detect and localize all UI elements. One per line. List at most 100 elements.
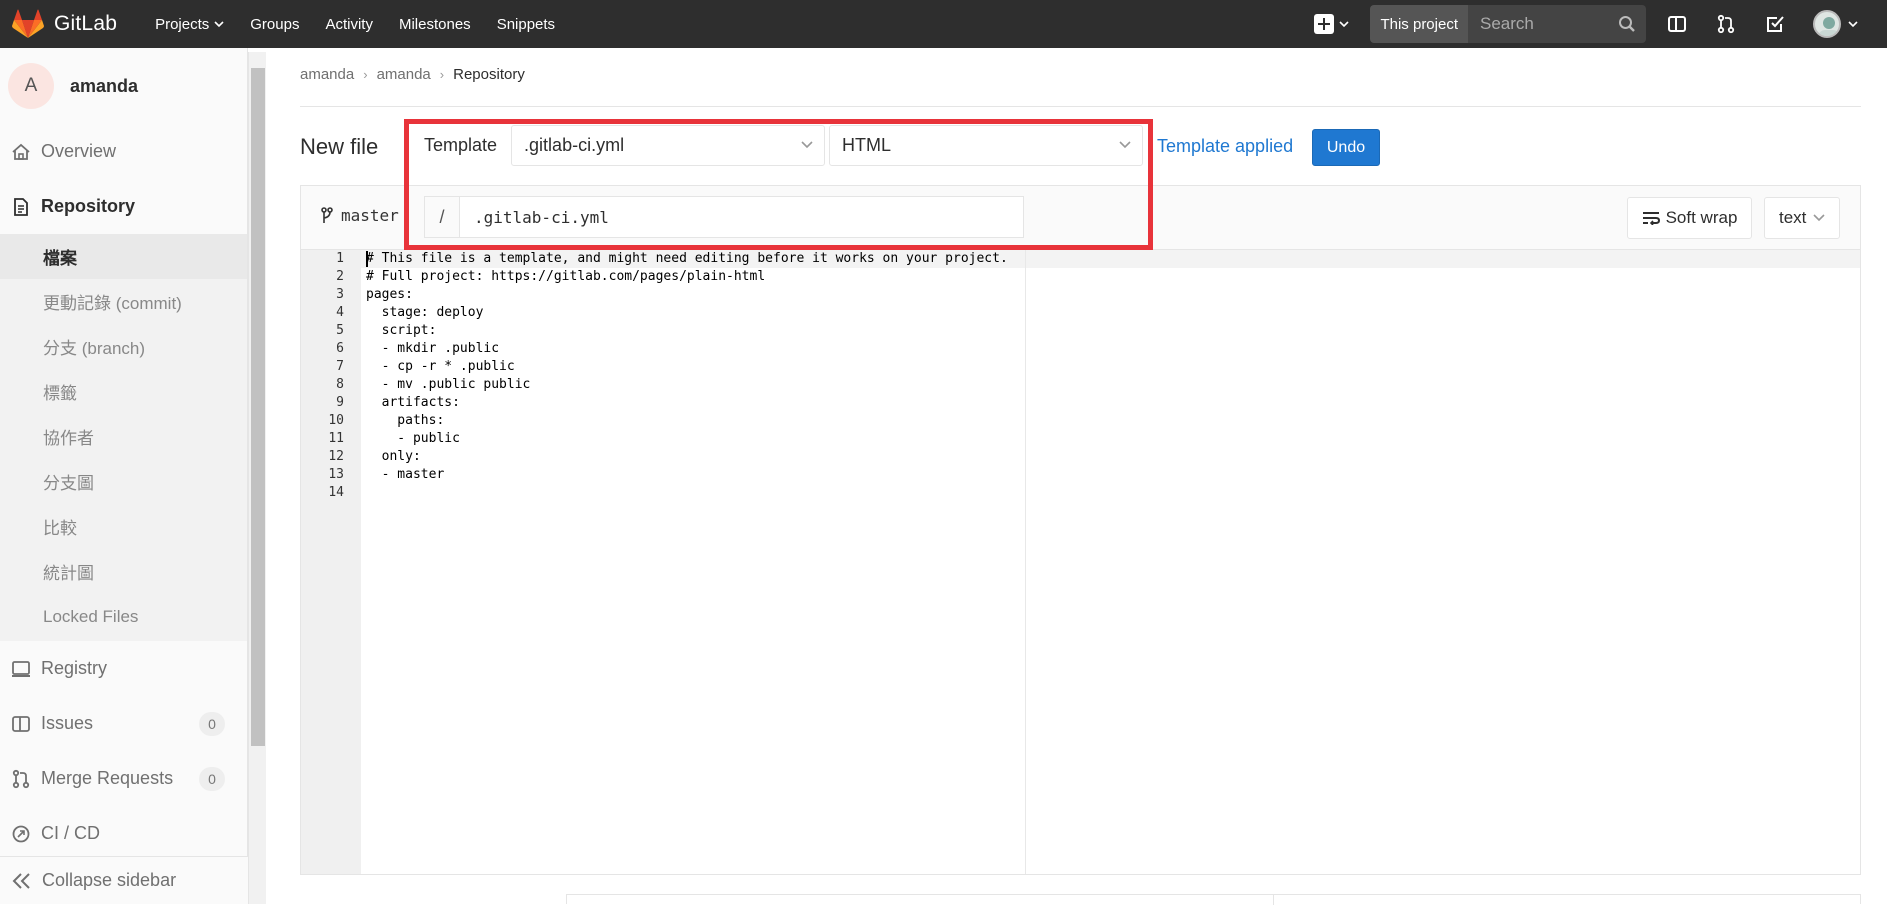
file-path-row: / .gitlab-ci.yml: [424, 196, 1024, 238]
code-line: # This file is a template, and might nee…: [366, 251, 1008, 266]
sidebar-item-ci-cd[interactable]: CI / CD: [0, 806, 247, 861]
code-line: # Full project: https://gitlab.com/pages…: [366, 269, 766, 284]
line-number: 5: [336, 323, 344, 338]
line-number-gutter: 1 2 3 4 5 6 7 8 9 10 11 12 13 14: [301, 250, 361, 874]
template-name-dropdown[interactable]: HTML: [829, 125, 1144, 166]
sidebar-item-label: Overview: [41, 141, 117, 161]
sidebar-item-issues[interactable]: Issues 0: [0, 696, 247, 751]
breadcrumb: amanda › amanda › Repository: [300, 66, 525, 83]
branch-name: master: [321, 206, 399, 225]
code-line: paths:: [366, 413, 445, 428]
rocket-icon: [10, 823, 32, 845]
line-number: 7: [336, 359, 344, 374]
sidebar-item-registry[interactable]: Registry: [0, 641, 247, 696]
nav-projects[interactable]: Projects: [155, 16, 224, 33]
code-content[interactable]: # This file is a template, and might nee…: [366, 250, 1008, 502]
sidebar-item-label: Repository: [41, 196, 136, 216]
code-line: only:: [366, 449, 421, 464]
todo-check-icon[interactable]: [1764, 13, 1786, 35]
line-number: 2: [336, 269, 344, 284]
line-number: 12: [328, 449, 344, 464]
sidebar-subitem-locked-files[interactable]: Locked Files: [0, 594, 247, 639]
sidebar-item-merge-requests[interactable]: Merge Requests 0: [0, 751, 247, 806]
file-name-input[interactable]: .gitlab-ci.yml: [460, 196, 1024, 238]
project-sidebar: A amanda Overview Repository 檔案 更動記錄 (co…: [0, 48, 248, 904]
nav-projects-label: Projects: [155, 15, 210, 33]
sidebar-scrollbar-thumb[interactable]: [251, 68, 265, 746]
template-type-value: .gitlab-ci.yml: [524, 135, 625, 155]
user-menu[interactable]: [1813, 10, 1859, 38]
breadcrumb-namespace[interactable]: amanda: [300, 66, 354, 83]
container-icon: [10, 658, 32, 680]
line-number: 3: [336, 287, 344, 302]
project-avatar: A: [8, 63, 54, 109]
undo-button[interactable]: Undo: [1312, 129, 1380, 166]
soft-wrap-button[interactable]: Soft wrap: [1627, 197, 1752, 239]
branch-icon: [321, 206, 333, 223]
repository-submenu: 檔案 更動記錄 (commit) 分支 (branch) 標籤 協作者 分支圖 …: [0, 234, 247, 641]
code-line: - master: [366, 467, 445, 482]
print-margin: [1025, 250, 1026, 874]
top-navbar: GitLab Projects Groups Activity Mileston…: [0, 0, 1887, 48]
bottom-panel-edge: [566, 894, 1861, 905]
code-line: stage: deploy: [366, 305, 484, 320]
code-line: - cp -r * .public: [366, 359, 515, 374]
nav-activity[interactable]: Activity: [325, 16, 373, 33]
gitlab-logo-icon: [12, 9, 44, 38]
template-label: Template: [424, 135, 498, 155]
page-title: New file: [300, 134, 379, 159]
nav-snippets[interactable]: Snippets: [497, 16, 555, 33]
chevron-down-icon: [1848, 21, 1858, 28]
code-line: - mkdir .public: [366, 341, 500, 356]
line-number: 14: [328, 485, 344, 500]
sidebar-subitem-contributors[interactable]: 協作者: [0, 414, 247, 459]
code-editor[interactable]: 1 2 3 4 5 6 7 8 9 10 11 12 13 14 # This file is a tem…: [301, 250, 1860, 874]
brand-name: GitLab: [54, 12, 118, 35]
sidebar-item-overview[interactable]: Overview: [0, 124, 247, 179]
sidebar-subitem-commits[interactable]: 更動記錄 (commit): [0, 279, 247, 324]
document-icon: [10, 196, 32, 218]
line-number: 4: [336, 305, 344, 320]
plus-icon: [1314, 14, 1335, 34]
search-icon: [1619, 16, 1635, 32]
sidebar-subitem-graph[interactable]: 分支圖: [0, 459, 247, 504]
breadcrumb-current[interactable]: Repository: [453, 66, 525, 83]
issues-count-badge: 0: [199, 711, 225, 736]
search-input[interactable]: [1468, 14, 1608, 34]
merge-request-icon: [10, 768, 32, 790]
gitlab-home-link[interactable]: GitLab: [12, 9, 117, 39]
file-type-dropdown[interactable]: text: [1764, 197, 1840, 239]
search-scope-badge[interactable]: This project: [1370, 5, 1468, 43]
sidebar-item-label: Merge Requests: [41, 768, 174, 788]
branch-label: master: [341, 206, 399, 225]
nav-milestones[interactable]: Milestones: [399, 16, 471, 33]
sidebar-subitem-branches[interactable]: 分支 (branch): [0, 324, 247, 369]
line-number: 10: [328, 413, 344, 428]
chevron-down-icon: [1813, 214, 1825, 222]
line-number: 6: [336, 341, 344, 356]
collapse-sidebar-button[interactable]: Collapse sidebar: [0, 856, 248, 904]
sidebar-subitem-compare[interactable]: 比較: [0, 504, 247, 549]
soft-wrap-icon: [1642, 212, 1660, 225]
line-number: 8: [336, 377, 344, 392]
sidebar-subitem-tags[interactable]: 標籤: [0, 369, 247, 414]
sidebar-subitem-charts[interactable]: 統計圖: [0, 549, 247, 594]
line-number: 1: [336, 251, 344, 266]
home-icon: [10, 141, 32, 163]
sidebar-subitem-files[interactable]: 檔案: [0, 234, 247, 279]
line-number: 11: [328, 431, 344, 446]
new-item-dropdown[interactable]: [1314, 14, 1350, 34]
chevron-down-icon: [214, 21, 224, 28]
merge-request-icon[interactable]: [1715, 13, 1737, 35]
sidebar-item-repository[interactable]: Repository: [0, 179, 247, 234]
sidebar-item-label: Issues: [41, 713, 94, 733]
file-type-value: text: [1779, 208, 1807, 227]
code-line: - mv .public public: [366, 377, 531, 392]
project-header[interactable]: A amanda: [0, 48, 247, 124]
nav-groups[interactable]: Groups: [250, 16, 299, 33]
breadcrumb-project[interactable]: amanda: [377, 66, 431, 83]
sidebar-toggle-icon[interactable]: [1666, 13, 1688, 35]
template-name-value: HTML: [842, 135, 892, 155]
template-type-dropdown[interactable]: .gitlab-ci.yml: [511, 125, 826, 166]
